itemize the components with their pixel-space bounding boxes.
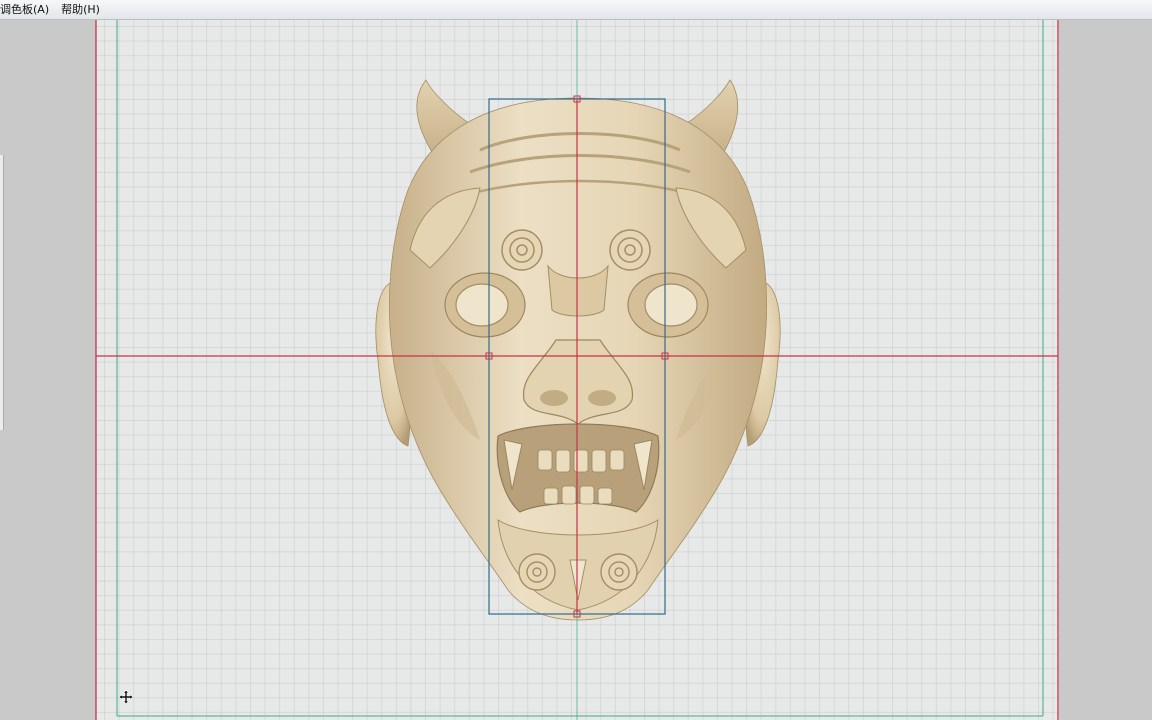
viewport-canvas[interactable]: [96, 20, 1059, 720]
menu-palette[interactable]: 调色板(A): [0, 0, 55, 19]
left-panel-tab[interactable]: [0, 155, 4, 430]
menu-help[interactable]: 帮助(H): [55, 0, 106, 19]
left-panel: [0, 20, 96, 720]
right-panel: [1059, 20, 1152, 720]
move-cursor-icon: [118, 689, 134, 705]
menu-bar: 调色板(A) 帮助(H): [0, 0, 1152, 20]
